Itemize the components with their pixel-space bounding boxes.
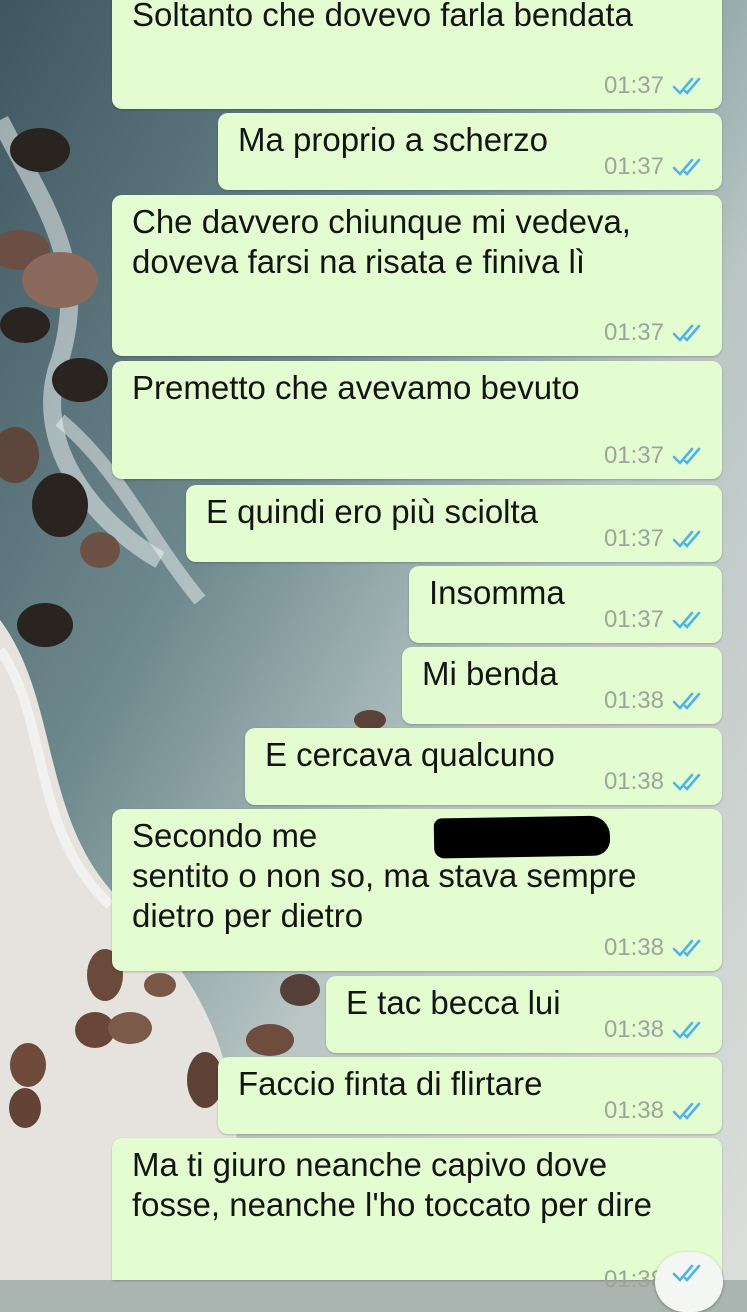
message-meta: 01:38 [604,768,706,796]
message-bubble[interactable]: Che davvero chiunque mi vedeva, doveva f… [112,195,722,356]
message-bubble[interactable]: Premetto che avevamo bevuto 01:37 [112,361,722,479]
message-bubble[interactable]: Soltanto che dovevo farla bendata 01:37 [112,0,722,109]
redaction-mark [433,815,611,859]
message-bubble[interactable]: Faccio finta di flirtare 01:38 [218,1057,722,1134]
message-meta: 01:37 [604,525,706,553]
message-bubble[interactable]: E quindi ero più sciolta 01:37 [186,485,722,562]
message-bubble[interactable]: E cercava qualcuno 01:38 [245,728,722,805]
message-meta: 01:37 [604,153,706,181]
double-check-icon [672,1102,701,1120]
message-text: Mi benda [422,655,558,692]
message-bubble[interactable]: E tac becca lui 01:38 [326,976,722,1053]
double-check-icon [672,530,701,548]
message-time: 01:37 [603,319,664,346]
message-time: 01:38 [603,1097,664,1124]
message-bubble[interactable]: Ma proprio a scherzo 01:37 [218,113,722,190]
message-time: 01:38 [603,768,664,795]
double-check-icon [672,324,701,342]
message-text: Faccio finta di flirtare [238,1065,543,1102]
message-meta: 01:38 [604,934,706,962]
message-meta: 01:38 [604,687,706,715]
message-time: 01:38 [603,934,664,961]
double-check-icon [672,939,701,957]
message-bubble[interactable]: Mi benda 01:38 [402,647,722,724]
message-text: Insomma [429,574,565,611]
message-meta: 01:37 [604,319,706,347]
message-meta: 01:38 [604,1097,706,1125]
double-check-icon [672,1264,701,1282]
message-text: Premetto che avevamo bevuto [132,369,580,406]
message-time: 01:38 [603,687,664,714]
double-check-icon [672,692,701,710]
double-check-icon [672,77,701,95]
message-time: 01:37 [603,442,664,469]
message-meta: 01:37 [604,72,706,100]
message-text: E tac becca lui [346,984,561,1021]
message-time: 01:38 [603,1016,664,1043]
message-text: Ma proprio a scherzo [238,121,548,158]
message-meta: 01:38 [604,1016,706,1044]
message-text: E cercava qualcuno [265,736,555,773]
double-check-icon [672,1021,701,1039]
message-meta: 01:37 [604,606,706,634]
double-check-icon [672,158,701,176]
message-text: Ma ti giuro neanche capivo dove fosse, n… [132,1146,652,1223]
message-text: E quindi ero più sciolta [206,493,539,530]
double-check-icon [672,773,701,791]
message-time: 01:37 [603,153,664,180]
message-bubble[interactable]: Ma ti giuro neanche capivo dove fosse, n… [112,1138,722,1293]
scroll-to-bottom-button[interactable] [655,1252,723,1312]
message-bubble[interactable]: Insomma 01:37 [409,566,722,643]
message-time: 01:37 [603,72,664,99]
message-bubble[interactable]: Secondo me o aveva sentito o non so, ma … [112,809,722,971]
message-text: Soltanto che dovevo farla bendata [132,0,633,33]
message-text: Secondo me o aveva sentito o non so, ma … [132,817,637,934]
message-meta: 01:37 [604,442,706,470]
message-time: 01:37 [603,525,664,552]
message-time: 01:37 [603,606,664,633]
double-check-icon [672,447,701,465]
double-check-icon [672,611,701,629]
message-text: Che davvero chiunque mi vedeva, doveva f… [132,203,631,280]
